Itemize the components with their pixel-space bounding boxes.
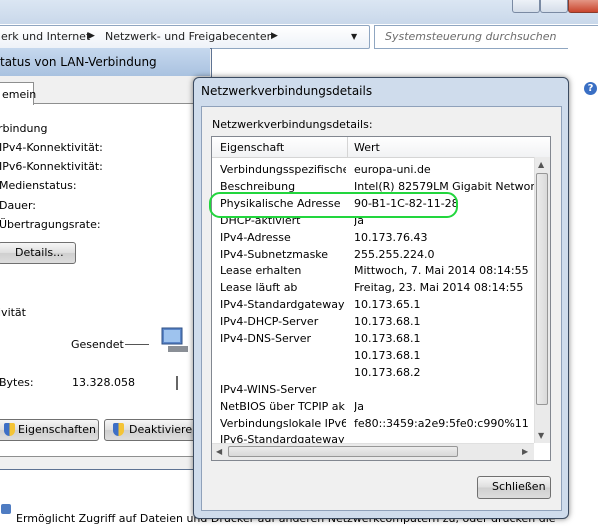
disable-button-label: Deaktivieren [129, 423, 200, 436]
speed-label: Übertragungsrate: [0, 218, 101, 231]
row-value: europa-uni.de [354, 163, 431, 176]
table-row[interactable]: IPv4-Standardgateway 10.173.65.1 [212, 296, 550, 313]
sent-label: Gesendet [71, 338, 124, 351]
network-computer-icon [161, 327, 188, 352]
scroll-down-icon[interactable]: ▼ [538, 431, 544, 440]
row-value: 10.173.65.1 [354, 298, 421, 312]
scroll-up-icon[interactable]: ▲ [538, 160, 544, 169]
disable-button[interactable]: Deaktivieren [104, 419, 200, 441]
dropdown-arrow-icon[interactable]: ▼ [351, 32, 357, 41]
tab-general-label: emein [2, 88, 37, 101]
row-value: 10.173.68.1 [354, 348, 421, 362]
maximize-button[interactable] [540, 0, 568, 13]
row-property: Lease erhalten [220, 264, 302, 278]
window-top-strip [0, 0, 598, 24]
row-value: 10.173.68.1 [354, 332, 421, 345]
details-button[interactable]: Details... [0, 242, 76, 264]
search-placeholder: Systemsteuerung durchsuchen [385, 30, 557, 43]
close-button-label: Schließen [492, 480, 546, 493]
row-value: 255.255.224.0 [354, 247, 435, 261]
row-property: IPv4-WINS-Server [220, 382, 317, 396]
lan-status-title: tatus von LAN-Verbindung [0, 55, 157, 69]
breadcrumb-separator-icon: ▶ [271, 31, 278, 41]
close-button[interactable]: Schließen [477, 476, 551, 499]
row-property: Lease läuft ab [220, 281, 298, 295]
row-property: Beschreibung [220, 179, 296, 193]
table-row[interactable]: 10.173.68.2 [212, 364, 550, 381]
table-row[interactable]: IPv4-Subnetzmaske 255.255.224.0 [212, 246, 550, 263]
file-sharing-icon [1, 504, 11, 514]
row-value: Mittwoch, 7. Mai 2014 08:14:55 [354, 264, 529, 278]
column-header-value[interactable]: Wert [354, 141, 380, 154]
ipv4-connectivity-label: IPv4-Konnektivität: [0, 141, 103, 154]
horizontal-scroll-thumb[interactable] [228, 446, 458, 457]
column-separator[interactable] [347, 137, 348, 157]
row-property: NetBIOS über TCPIP ak... [220, 399, 346, 413]
address-bar[interactable]: erk und Internet ▶ Netzwerk- und Freigab… [0, 25, 370, 49]
row-value: fe80::3459:a2e9:5fe0:c990%11 [354, 416, 529, 430]
lan-status-titlebar: tatus von LAN-Verbindung [0, 48, 210, 76]
mac-address-highlight [209, 192, 458, 218]
row-property: IPv4-Standardgateway [220, 298, 345, 312]
table-row[interactable]: NetBIOS über TCPIP ak... Ja [212, 398, 550, 415]
row-property: IPv4-Adresse [220, 230, 291, 244]
table-row[interactable]: IPv4-Adresse 10.173.76.43 [212, 229, 550, 246]
vertical-scroll-thumb[interactable] [536, 173, 548, 405]
table-row[interactable]: Lease läuft ab Freitag, 23. Mai 2014 08:1… [212, 279, 550, 296]
column-header-property[interactable]: Eigenschaft [220, 141, 284, 154]
properties-button[interactable]: Eigenschaften [0, 419, 99, 441]
table-row[interactable]: 10.173.68.1 [212, 347, 550, 364]
breadcrumb-item-network-center[interactable]: Netzwerk- und Freigabecenter [105, 30, 271, 43]
table-row[interactable]: Verbindungsspezifisches... europa-uni.de [212, 161, 550, 178]
row-value: Intel(R) 82579LM Gigabit Network Con [354, 179, 534, 193]
ipv6-connectivity-label: IPv6-Konnektivität: [0, 160, 103, 173]
section-connection-heading: rbindung [0, 122, 48, 135]
details-button-label: Details... [15, 246, 64, 259]
close-window-button[interactable] [568, 0, 598, 13]
row-property: IPv4-DHCP-Server [220, 315, 319, 329]
table-row[interactable]: Verbindungslokale IPv6-... fe80::3459:a2e… [212, 415, 550, 432]
properties-button-label: Eigenschaften [18, 423, 96, 436]
breadcrumb-separator-icon: ▶ [88, 31, 95, 41]
bytes-sent-value: 13.328.058 [72, 376, 135, 389]
section-activity-heading: ivität [0, 306, 26, 319]
listview-header: Eigenschaft Wert [212, 137, 550, 158]
table-row[interactable]: Lease erhalten Mittwoch, 7. Mai 2014 08:1… [212, 262, 550, 279]
duration-label: Dauer: [0, 199, 36, 212]
activity-line [125, 344, 149, 345]
tab-general[interactable]: emein [0, 82, 37, 105]
vertical-scrollbar[interactable]: ▲ ▼ [534, 157, 550, 443]
table-row[interactable]: IPv4-DHCP-Server 10.173.68.1 [212, 313, 550, 330]
row-value: 10.173.68.1 [354, 315, 421, 329]
horizontal-scrollbar[interactable]: ◀ ▶ [212, 443, 534, 460]
row-value: 10.173.68.2 [354, 365, 421, 379]
help-icon[interactable]: ? [584, 82, 597, 95]
row-property: IPv4-DNS-Server [220, 332, 312, 345]
details-dialog-title: Netzwerkverbindungsdetails [201, 84, 373, 98]
search-input[interactable]: Systemsteuerung durchsuchen [374, 25, 598, 49]
scroll-right-icon[interactable]: ▶ [522, 447, 528, 456]
scroll-left-icon[interactable]: ◀ [216, 447, 222, 456]
minimize-button[interactable] [512, 0, 540, 13]
details-listview[interactable]: Eigenschaft Wert Verbindungsspezifisches… [211, 136, 551, 461]
background-window-edge [568, 48, 598, 530]
lan-status-panel [0, 103, 197, 457]
details-list-label: Netzwerkverbindungsdetails: [212, 118, 373, 131]
breadcrumb-item-network-internet[interactable]: erk und Internet [1, 30, 90, 43]
row-property: Verbindungsspezifisches... [220, 163, 346, 176]
uac-shield-icon [4, 423, 15, 436]
bytes-label: Bytes: [0, 376, 34, 389]
uac-shield-icon [113, 423, 124, 436]
row-property: IPv4-Subnetzmaske [220, 247, 329, 261]
media-status-label: Medienstatus: [0, 179, 77, 192]
row-value: Freitag, 23. Mai 2014 08:14:55 [354, 281, 524, 295]
table-row[interactable]: IPv4-WINS-Server [212, 381, 550, 398]
row-value: 10.173.76.43 [354, 230, 428, 244]
table-row[interactable]: IPv4-DNS-Server 10.173.68.1 [212, 330, 550, 347]
activity-divider [176, 376, 178, 390]
row-value: Ja [354, 399, 364, 413]
row-property: Verbindungslokale IPv6-... [220, 416, 346, 430]
